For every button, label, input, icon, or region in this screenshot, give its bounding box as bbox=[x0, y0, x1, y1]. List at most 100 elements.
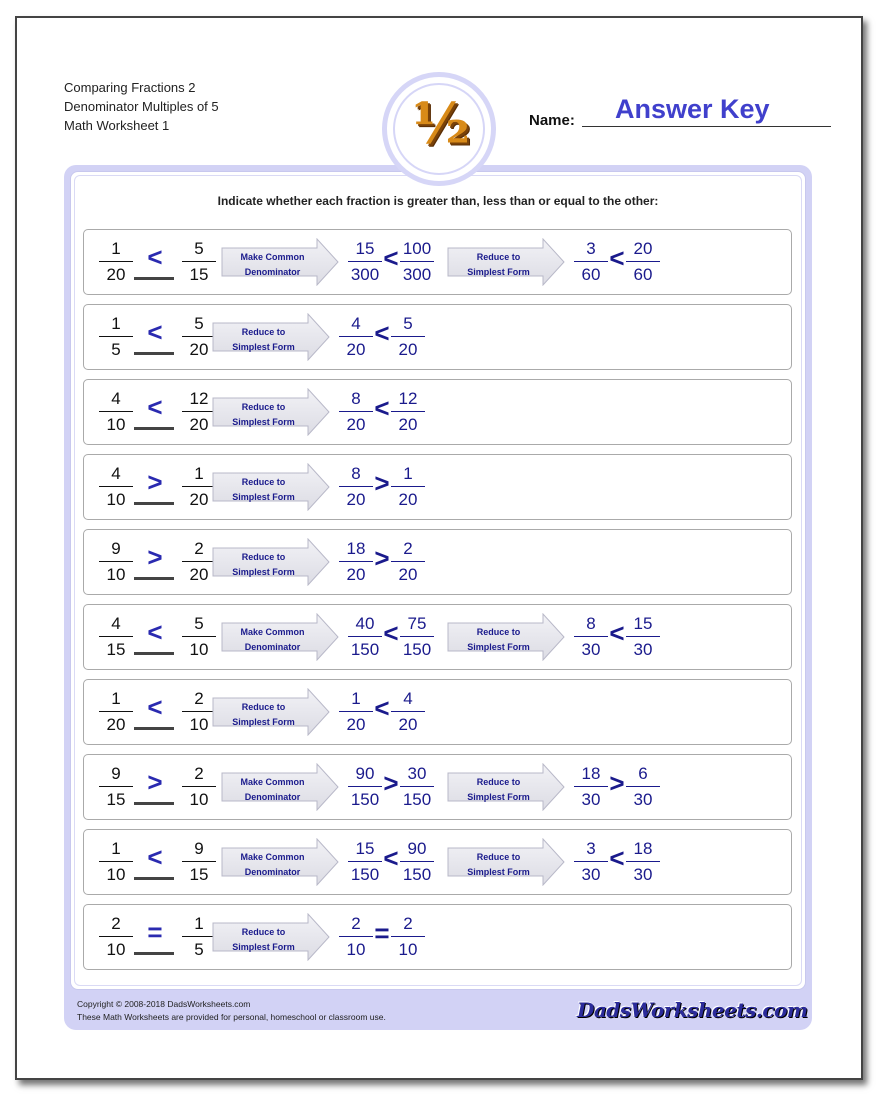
fraction-bar bbox=[99, 561, 133, 562]
work-left-fraction: 3 60 bbox=[573, 239, 609, 285]
arrow-label-line2: Simplest Form bbox=[467, 267, 530, 277]
denominator: 20 bbox=[106, 265, 126, 284]
work-left-fraction: 40 150 bbox=[347, 614, 383, 660]
fraction-bar bbox=[182, 936, 216, 937]
denominator: 30 bbox=[633, 640, 653, 659]
numerator: 9 bbox=[111, 539, 121, 558]
left-fraction: 4 10 bbox=[98, 464, 134, 510]
denominator: 10 bbox=[106, 940, 126, 959]
answer-blank[interactable] bbox=[134, 352, 174, 355]
left-fraction: 4 10 bbox=[98, 389, 134, 435]
fraction-bar bbox=[391, 411, 425, 412]
make-common-denominator-arrow: Make Common Denominator bbox=[221, 838, 339, 886]
arrow-label-line2: Simplest Form bbox=[232, 417, 295, 427]
answer-symbol: = bbox=[147, 917, 163, 947]
work-left-fraction: 1 20 bbox=[338, 689, 374, 735]
numerator: 8 bbox=[351, 464, 361, 483]
arrow-label-line2: Simplest Form bbox=[232, 567, 295, 577]
answer-blank[interactable] bbox=[134, 502, 174, 505]
right-fraction: 9 15 bbox=[181, 839, 217, 885]
footer-copyright: Copyright © 2008-2018 DadsWorksheets.com… bbox=[77, 998, 386, 1024]
work-right-fraction: 75 150 bbox=[399, 614, 435, 660]
name-field: Name: Answer Key bbox=[529, 94, 831, 129]
comparison-operator: < bbox=[374, 318, 390, 348]
denominator: 150 bbox=[402, 865, 432, 884]
right-fraction: 5 15 bbox=[181, 239, 217, 285]
numerator: 4 bbox=[111, 614, 121, 633]
denominator: 10 bbox=[398, 940, 418, 959]
name-value: Answer Key bbox=[615, 94, 770, 124]
arrow-label-line2: Simplest Form bbox=[467, 867, 530, 877]
fraction-bar bbox=[182, 786, 216, 787]
arrow-label-line2: Denominator bbox=[244, 267, 301, 277]
numerator: 1 bbox=[351, 689, 361, 708]
answer-symbol: < bbox=[147, 842, 163, 872]
answer-blank[interactable] bbox=[134, 877, 174, 880]
comparison-operator: < bbox=[609, 243, 625, 273]
name-label: Name: bbox=[529, 112, 575, 129]
fraction-bar bbox=[400, 636, 434, 637]
reduce-simplest-form-arrow: Reduce to Simplest Form bbox=[212, 913, 330, 961]
arrow-label-line2: Denominator bbox=[244, 867, 301, 877]
numerator: 1 bbox=[111, 314, 121, 333]
numerator: 90 bbox=[407, 839, 427, 858]
work-left-fraction: 4 20 bbox=[338, 314, 374, 360]
problem-row: 1 10 <9 15 Make Common Denominator 15 150 <90 150… bbox=[83, 829, 792, 895]
answer-blank[interactable] bbox=[134, 802, 174, 805]
numerator: 8 bbox=[586, 614, 596, 633]
fraction-bar bbox=[391, 936, 425, 937]
problem-row: 1 20 <5 15 Make Common Denominator 15 300 <100 30… bbox=[83, 229, 792, 295]
denominator: 150 bbox=[402, 640, 432, 659]
answer-blank[interactable] bbox=[134, 277, 174, 280]
fraction-bar bbox=[339, 486, 373, 487]
answer-blank[interactable] bbox=[134, 952, 174, 955]
answer-blank[interactable] bbox=[134, 727, 174, 730]
fraction-bar bbox=[400, 786, 434, 787]
arrow-label-line1: Reduce to bbox=[476, 252, 521, 262]
answer-symbol: < bbox=[147, 242, 163, 272]
answer-symbol: < bbox=[147, 392, 163, 422]
numerator: 18 bbox=[346, 539, 366, 558]
numerator: 2 bbox=[111, 914, 121, 933]
reduce-simplest-form-arrow: Reduce to Simplest Form bbox=[212, 388, 330, 436]
answer-blank[interactable] bbox=[134, 427, 174, 430]
fraction-bar bbox=[574, 861, 608, 862]
work-right-fraction: 100 300 bbox=[399, 239, 435, 285]
numerator: 5 bbox=[194, 239, 204, 258]
worksheet-subtitle: Denominator Multiples of 5 bbox=[64, 99, 219, 114]
denominator: 20 bbox=[398, 340, 418, 359]
numerator: 90 bbox=[355, 764, 375, 783]
numerator: 15 bbox=[355, 239, 375, 258]
work-left-fraction: 3 30 bbox=[573, 839, 609, 885]
fraction-bar bbox=[626, 261, 660, 262]
fraction-bar bbox=[99, 861, 133, 862]
numerator: 6 bbox=[638, 764, 648, 783]
answer-blank[interactable] bbox=[134, 652, 174, 655]
work-left-fraction: 8 20 bbox=[338, 389, 374, 435]
fraction-bar bbox=[182, 486, 216, 487]
denominator: 30 bbox=[581, 640, 601, 659]
numerator: 75 bbox=[407, 614, 427, 633]
denominator: 20 bbox=[346, 565, 366, 584]
answer-symbol: > bbox=[147, 767, 163, 797]
worksheet-number: Math Worksheet 1 bbox=[64, 118, 170, 133]
denominator: 15 bbox=[106, 790, 126, 809]
arrow-label-line2: Simplest Form bbox=[232, 942, 295, 952]
denominator: 10 bbox=[346, 940, 366, 959]
fraction-bar bbox=[391, 561, 425, 562]
numerator: 1 bbox=[111, 689, 121, 708]
denominator: 20 bbox=[346, 715, 366, 734]
denominator: 20 bbox=[106, 715, 126, 734]
work-right-fraction: 5 20 bbox=[390, 314, 426, 360]
work-left-fraction: 2 10 bbox=[338, 914, 374, 960]
work-right-fraction: 90 150 bbox=[399, 839, 435, 885]
left-fraction: 9 15 bbox=[98, 764, 134, 810]
denominator: 15 bbox=[189, 265, 209, 284]
work-right-fraction: 12 20 bbox=[390, 389, 426, 435]
numerator: 100 bbox=[402, 239, 432, 258]
numerator: 2 bbox=[194, 764, 204, 783]
fraction-bar bbox=[99, 486, 133, 487]
arrow-label-line2: Simplest Form bbox=[232, 717, 295, 727]
answer-blank[interactable] bbox=[134, 577, 174, 580]
fraction-bar bbox=[391, 336, 425, 337]
